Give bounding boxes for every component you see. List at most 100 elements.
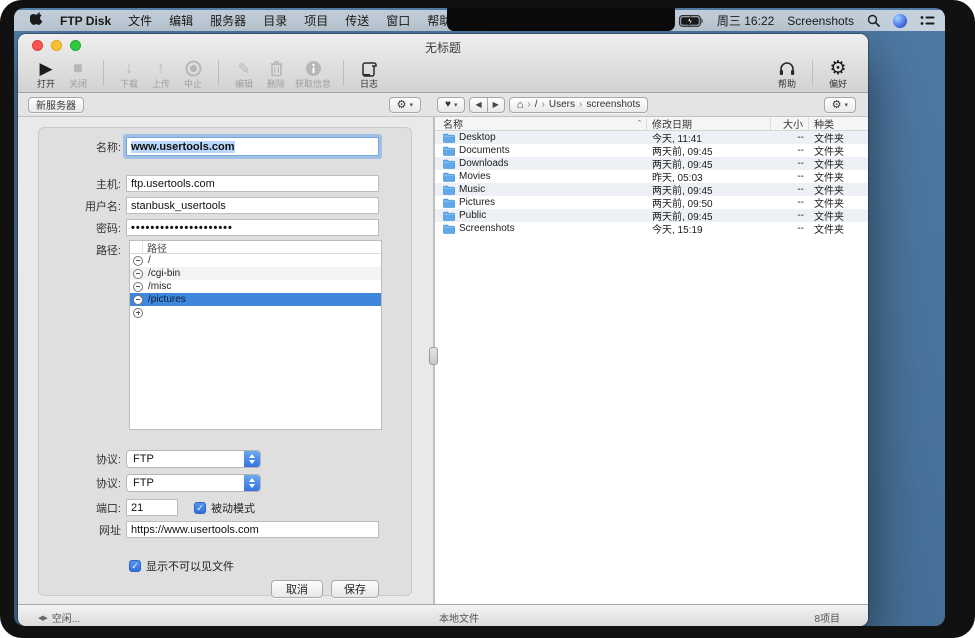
- delete-button[interactable]: 删除: [260, 56, 292, 90]
- menu-item[interactable]: 项目: [304, 12, 328, 29]
- get-info-button[interactable]: 获取信息: [292, 56, 334, 90]
- menubar-screenshots[interactable]: Screenshots: [787, 14, 854, 28]
- menu-item[interactable]: 传送: [345, 12, 369, 29]
- path-row[interactable]: /misc: [130, 280, 381, 293]
- edit-pencil-icon: ✎: [238, 58, 251, 79]
- menubar-app-name[interactable]: FTP Disk: [60, 14, 111, 28]
- battery-icon[interactable]: [679, 15, 704, 27]
- path-row[interactable]: /cgi-bin: [130, 267, 381, 280]
- gear-icon: ⚙: [397, 98, 407, 111]
- name-value: www.usertools.com: [131, 141, 235, 153]
- browser-action-menu-button[interactable]: ⚙ ▾: [824, 97, 856, 113]
- menu-item[interactable]: 文件: [128, 12, 152, 29]
- port-input[interactable]: [126, 499, 178, 516]
- path-row[interactable]: /: [130, 254, 381, 267]
- column-header-name[interactable]: 名称 ˆ: [435, 117, 647, 130]
- url-row: 网址: [39, 521, 411, 538]
- spotlight-search-icon[interactable]: [867, 14, 880, 27]
- passive-mode-checkbox[interactable]: ✓: [194, 502, 206, 514]
- breadcrumb-folder[interactable]: screenshots: [586, 99, 640, 110]
- remove-path-icon[interactable]: [133, 295, 143, 305]
- file-size: --: [771, 145, 809, 156]
- path-row[interactable]: /pictures: [130, 293, 381, 306]
- add-path-icon[interactable]: [133, 308, 143, 318]
- show-invisible-checkbox[interactable]: ✓: [129, 560, 141, 572]
- file-name: Movies: [435, 171, 647, 182]
- status-idle-text: 空闲...: [52, 610, 80, 625]
- file-size: --: [771, 223, 809, 234]
- username-input[interactable]: [126, 197, 379, 214]
- port-row: 端口: ✓ 被动模式: [39, 499, 411, 516]
- edit-button[interactable]: ✎ 编辑: [228, 56, 260, 90]
- preferences-button[interactable]: ⚙ 偏好: [822, 56, 854, 90]
- folder-icon: [443, 146, 455, 156]
- menu-item[interactable]: 编辑: [169, 12, 193, 29]
- cancel-button[interactable]: 取消: [271, 580, 323, 598]
- window-title: 无标题: [18, 39, 868, 56]
- open-button[interactable]: ▶ 打开: [30, 56, 62, 90]
- file-rows: Desktop今天, 11:41--文件夹Documents两天前, 09:45…: [435, 131, 868, 604]
- protocol-dropdown[interactable]: FTP: [126, 450, 261, 468]
- siri-icon[interactable]: [893, 14, 907, 28]
- remove-path-icon[interactable]: [133, 282, 143, 292]
- protocol2-dropdown[interactable]: FTP: [126, 474, 261, 492]
- favorites-menu-button[interactable]: ♥ ▾: [437, 97, 465, 113]
- breadcrumb[interactable]: ⌂ › / › Users › screenshots: [509, 97, 649, 113]
- log-scroll-icon: [360, 58, 378, 79]
- chevron-down-icon: ▾: [454, 101, 458, 109]
- stepper-arrows-icon: [244, 475, 260, 491]
- name-input[interactable]: www.usertools.com: [126, 137, 379, 156]
- path-list-header[interactable]: 路径: [130, 241, 381, 254]
- back-button[interactable]: ◀: [469, 97, 487, 113]
- breadcrumb-root[interactable]: /: [535, 99, 538, 110]
- column-header-date[interactable]: 修改日期: [647, 117, 771, 130]
- chevron-down-icon: ▾: [409, 101, 413, 109]
- remove-path-icon[interactable]: [133, 269, 143, 279]
- folder-icon: [443, 172, 455, 182]
- show-invisible-label: 显示不可以见文件: [146, 558, 234, 574]
- server-action-menu-button[interactable]: ⚙ ▾: [389, 97, 421, 113]
- file-name: Public: [435, 210, 647, 221]
- log-button[interactable]: 日志: [353, 56, 385, 90]
- menu-item[interactable]: 窗口: [386, 12, 410, 29]
- menu-item[interactable]: 目录: [263, 12, 287, 29]
- chevron-icon: ›: [527, 99, 530, 110]
- protocol-label: 协议:: [39, 451, 126, 467]
- column-header-size[interactable]: 大小: [771, 117, 809, 130]
- path-label: 路径:: [39, 242, 126, 258]
- breadcrumb-users[interactable]: Users: [549, 99, 575, 110]
- desktop: FTP Disk 文件编辑服务器目录项目传送窗口帮助 周三 16:22 Scre…: [14, 8, 945, 626]
- close-button[interactable]: ■ 关闭: [62, 56, 94, 90]
- url-input[interactable]: [126, 521, 379, 538]
- folder-icon: [443, 224, 455, 234]
- abort-button[interactable]: 中止: [177, 56, 209, 90]
- forward-button[interactable]: ▶: [488, 97, 505, 113]
- protocol2-value: FTP: [127, 477, 244, 489]
- save-button[interactable]: 保存: [331, 580, 379, 598]
- file-date: 今天, 15:19: [647, 221, 771, 236]
- apple-menu[interactable]: [30, 12, 43, 30]
- abort-circle-icon: [185, 58, 202, 79]
- title-bar[interactable]: 无标题: [18, 34, 868, 56]
- arrow-up-icon: ↑: [157, 58, 165, 79]
- menubar-clock[interactable]: 周三 16:22: [717, 12, 774, 29]
- folder-icon: [443, 198, 455, 208]
- column-header-kind[interactable]: 种类: [809, 117, 868, 130]
- panel-divider[interactable]: [433, 117, 435, 604]
- new-server-button[interactable]: 新服务器: [28, 97, 84, 113]
- download-button[interactable]: ↓ 下载: [113, 56, 145, 90]
- password-label: 密码:: [39, 220, 126, 236]
- password-input[interactable]: [126, 219, 379, 236]
- remove-path-icon[interactable]: [133, 256, 143, 266]
- upload-button[interactable]: ↑ 上传: [145, 56, 177, 90]
- folder-icon: [443, 159, 455, 169]
- file-name: Desktop: [435, 132, 647, 143]
- item-count-label: 8项目: [814, 610, 840, 625]
- menu-item[interactable]: 服务器: [210, 12, 246, 29]
- splitter-handle[interactable]: [429, 347, 438, 365]
- help-button[interactable]: 帮助: [771, 56, 803, 90]
- control-center-icon[interactable]: [920, 15, 935, 26]
- file-row[interactable]: Screenshots今天, 15:19--文件夹: [435, 222, 868, 235]
- path-gutter-column: [130, 241, 143, 253]
- host-input[interactable]: [126, 175, 379, 192]
